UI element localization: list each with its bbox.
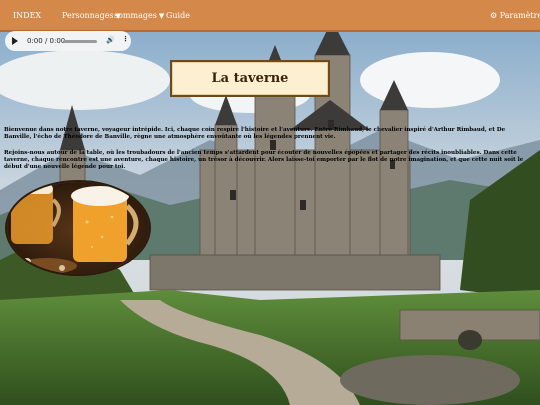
volume-icon[interactable]: 🔊 (106, 36, 115, 44)
nav-personnages-label: Personnages (62, 11, 114, 20)
gear-icon: ⚙ (490, 11, 498, 20)
more-options-icon[interactable]: ⋮ (122, 35, 129, 43)
page-title: La taverne (211, 71, 289, 86)
beer-mugs-image (5, 180, 151, 276)
audio-progress-slider[interactable] (63, 40, 97, 43)
play-button[interactable] (12, 37, 18, 45)
nav-sommages-label: sommages (114, 11, 157, 20)
nav-index-link[interactable]: INDEX (13, 11, 41, 20)
page-title-box: La taverne (170, 60, 330, 97)
nav-sommages-dropdown[interactable]: sommages ▼ (114, 11, 164, 20)
settings-link[interactable]: ⚙ Paramètres (490, 11, 540, 20)
top-navigation-bar: INDEX Personnages ▼ sommages ▼ Guide ⚙ Par… (0, 0, 540, 32)
intro-paragraph: Bienvenue dans notre taverne, voyageur i… (4, 127, 506, 140)
chevron-down-icon: ▼ (158, 12, 165, 20)
nav-guide-link[interactable]: Guide (166, 11, 190, 20)
settings-label: Paramètres (499, 11, 540, 20)
second-paragraph: Rejoins-nous autour de la table, où les … (4, 150, 524, 170)
audio-time: 0:00 / 0:00 (27, 37, 66, 45)
audio-player: 0:00 / 0:00 🔊 ⋮ (5, 31, 131, 51)
nav-personnages-dropdown[interactable]: Personnages ▼ (62, 11, 121, 20)
